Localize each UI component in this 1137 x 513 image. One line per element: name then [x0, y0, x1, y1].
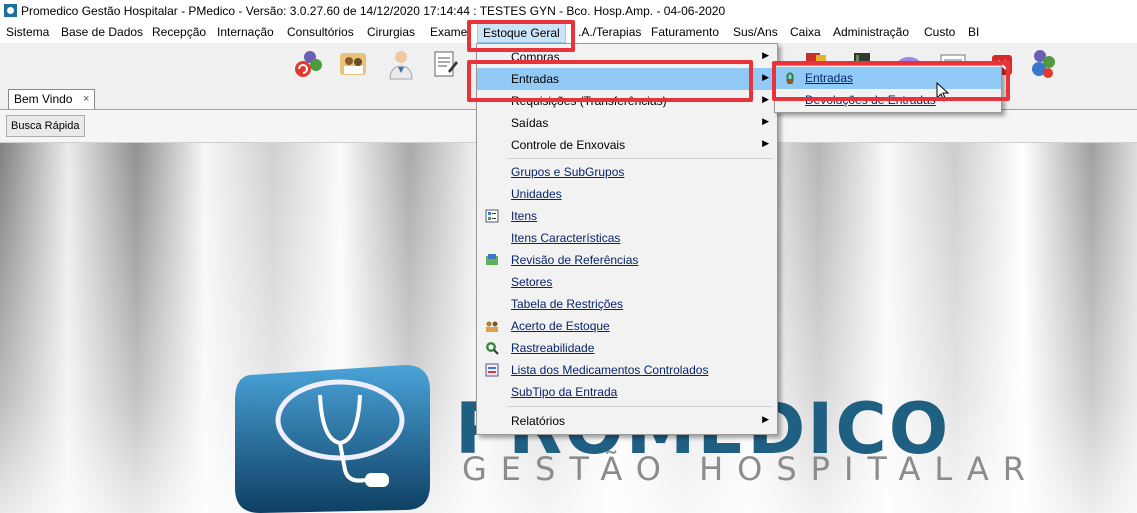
menu-item-restricoes[interactable]: Tabela de Restrições	[477, 293, 777, 315]
tab-label: Bem Vindo	[14, 92, 73, 106]
entradas-submenu: Entradas Devoluções de Entradas	[774, 65, 1002, 113]
menu-item-itens-caracteristicas[interactable]: Itens Características	[477, 227, 777, 249]
prescription-icon[interactable]	[428, 47, 462, 81]
users-refresh-icon[interactable]	[290, 47, 324, 81]
menu-consultorios[interactable]: Consultórios	[287, 25, 354, 39]
close-icon[interactable]: ×	[83, 90, 89, 109]
submenu-item-entradas[interactable]: Entradas	[775, 67, 1001, 89]
medicine-list-icon	[485, 363, 499, 377]
menu-item-medicamentos-controlados[interactable]: Lista dos Medicamentos Controlados	[477, 359, 777, 381]
app-icon	[4, 4, 17, 17]
menu-item-subtipo-entrada[interactable]: SubTipo da Entrada	[477, 381, 777, 403]
people-adjust-icon	[486, 321, 498, 332]
users-icon[interactable]	[1026, 47, 1060, 81]
submenu-arrow-icon: ▶	[762, 72, 769, 82]
menu-recepcao[interactable]: Recepção	[152, 25, 206, 39]
review-icon	[486, 254, 498, 265]
menu-internacao[interactable]: Internação	[217, 25, 274, 39]
menu-base-de-dados[interactable]: Base de Dados	[61, 25, 143, 39]
menu-separator	[507, 158, 773, 159]
menu-item-compras[interactable]: Compras ▶	[477, 46, 777, 68]
logo-mark	[235, 365, 430, 513]
mouse-cursor-icon	[936, 82, 950, 102]
menu-sus-ans[interactable]: Sus/Ans	[733, 25, 778, 39]
tracking-icon	[486, 342, 499, 355]
menu-item-revisao-referencias[interactable]: Revisão de Referências	[477, 249, 777, 271]
quick-search-button[interactable]: Busca Rápida	[6, 115, 85, 137]
submenu-arrow-icon: ▶	[762, 138, 769, 148]
menu-custo[interactable]: Custo	[924, 25, 955, 39]
menu-faturamento[interactable]: Faturamento	[651, 25, 719, 39]
menu-item-enxovais[interactable]: Controle de Enxovais ▶	[477, 134, 777, 156]
tab-bem-vindo[interactable]: Bem Vindo ×	[8, 89, 96, 109]
doctor-group-icon[interactable]	[336, 47, 370, 81]
menu-item-saidas[interactable]: Saídas ▶	[477, 112, 777, 134]
menu-bar: Sistema Base de Dados Recepção Internaçã…	[0, 22, 1137, 43]
submenu-arrow-icon: ▶	[762, 50, 769, 60]
menu-item-entradas[interactable]: Entradas ▶	[477, 68, 777, 90]
menu-item-relatorios[interactable]: Relatórios ▶	[477, 410, 777, 432]
menu-separator	[507, 406, 773, 407]
menu-caixa[interactable]: Caixa	[790, 25, 821, 39]
menu-item-unidades[interactable]: Unidades	[477, 183, 777, 205]
menu-cirurgias[interactable]: Cirurgias	[367, 25, 415, 39]
doctor-icon[interactable]	[384, 47, 418, 81]
menu-item-acerto-estoque[interactable]: Acerto de Estoque	[477, 315, 777, 337]
menu-exames[interactable]: Exame	[430, 25, 467, 39]
submenu-arrow-icon: ▶	[762, 94, 769, 104]
plant-pot-icon	[786, 72, 794, 84]
logo-tagline: GESTÃO HOSPITALAR	[462, 450, 1040, 488]
estoque-geral-menu: Compras ▶ Entradas ▶ Requisições (Transf…	[476, 43, 778, 435]
submenu-arrow-icon: ▶	[762, 414, 769, 424]
menu-item-rastreabilidade[interactable]: Rastreabilidade	[477, 337, 777, 359]
menu-item-requisicoes[interactable]: Requisições (Transferências) ▶	[477, 90, 777, 112]
items-list-icon	[485, 209, 499, 223]
menu-terapias[interactable]: .A./Terapias	[578, 25, 641, 39]
title-bar: Promedico Gestão Hospitalar - PMedico - …	[0, 0, 1137, 22]
menu-item-itens[interactable]: Itens	[477, 205, 777, 227]
menu-item-grupos[interactable]: Grupos e SubGrupos	[477, 161, 777, 183]
window-title: Promedico Gestão Hospitalar - PMedico - …	[21, 4, 726, 18]
menu-item-setores[interactable]: Setores	[477, 271, 777, 293]
menu-sistema[interactable]: Sistema	[6, 25, 49, 39]
menu-bi[interactable]: BI	[968, 25, 979, 39]
submenu-arrow-icon: ▶	[762, 116, 769, 126]
menu-estoque-geral[interactable]: Estoque Geral	[477, 23, 566, 43]
menu-administracao[interactable]: Administração	[833, 25, 909, 39]
submenu-item-devolucoes[interactable]: Devoluções de Entradas	[775, 89, 1001, 111]
